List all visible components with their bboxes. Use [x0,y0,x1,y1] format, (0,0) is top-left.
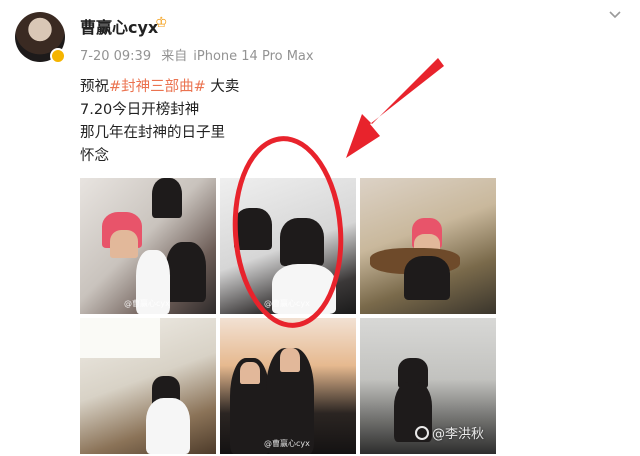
post-meta: 7-20 09:39 来自 iPhone 14 Pro Max [80,45,320,64]
author-name[interactable]: 曹赢心cyx [80,14,158,38]
photo-watermark: @曹赢心cyx [264,439,310,448]
site-watermark: @李洪秋 [414,423,484,442]
post-line-2: 7.20今日开榜封神 [80,102,200,118]
hashtag-link[interactable]: #封神三部曲# [109,79,206,95]
text-prefix: 预祝 [80,79,109,95]
photo-5[interactable]: @曹赢心cyx [220,318,356,454]
crown-icon: ♔ [155,15,168,31]
photo-4[interactable] [80,318,216,454]
photo-6[interactable]: @李洪秋 [360,318,496,454]
red-arrow-icon [346,58,444,158]
photo-watermark: @曹赢心cyx [124,299,170,308]
source-prefix: 来自 [161,49,188,64]
post-line-4: 怀念 [80,148,109,164]
device-name[interactable]: iPhone 14 Pro Max [193,49,313,64]
chevron-down-icon[interactable] [608,8,622,22]
photo-1[interactable]: @曹赢心cyx [80,178,216,314]
verified-badge-icon [50,48,66,64]
text-suffix: 大卖 [205,79,240,95]
post-line-3: 那几年在封神的日子里 [80,125,225,141]
watermark-logo-icon [414,426,429,440]
post-line-1: 预祝#封神三部曲# 大卖 [80,76,239,99]
post-body: 预祝#封神三部曲# 大卖 7.20今日开榜封神 那几年在封神的日子里 怀念 [80,76,239,168]
post-header: 曹赢心cyx ♔ 7-20 09:39 来自 iPhone 14 Pro Max [0,0,640,70]
post-time: 7-20 09:39 [80,49,152,64]
photo-3[interactable] [360,178,496,314]
